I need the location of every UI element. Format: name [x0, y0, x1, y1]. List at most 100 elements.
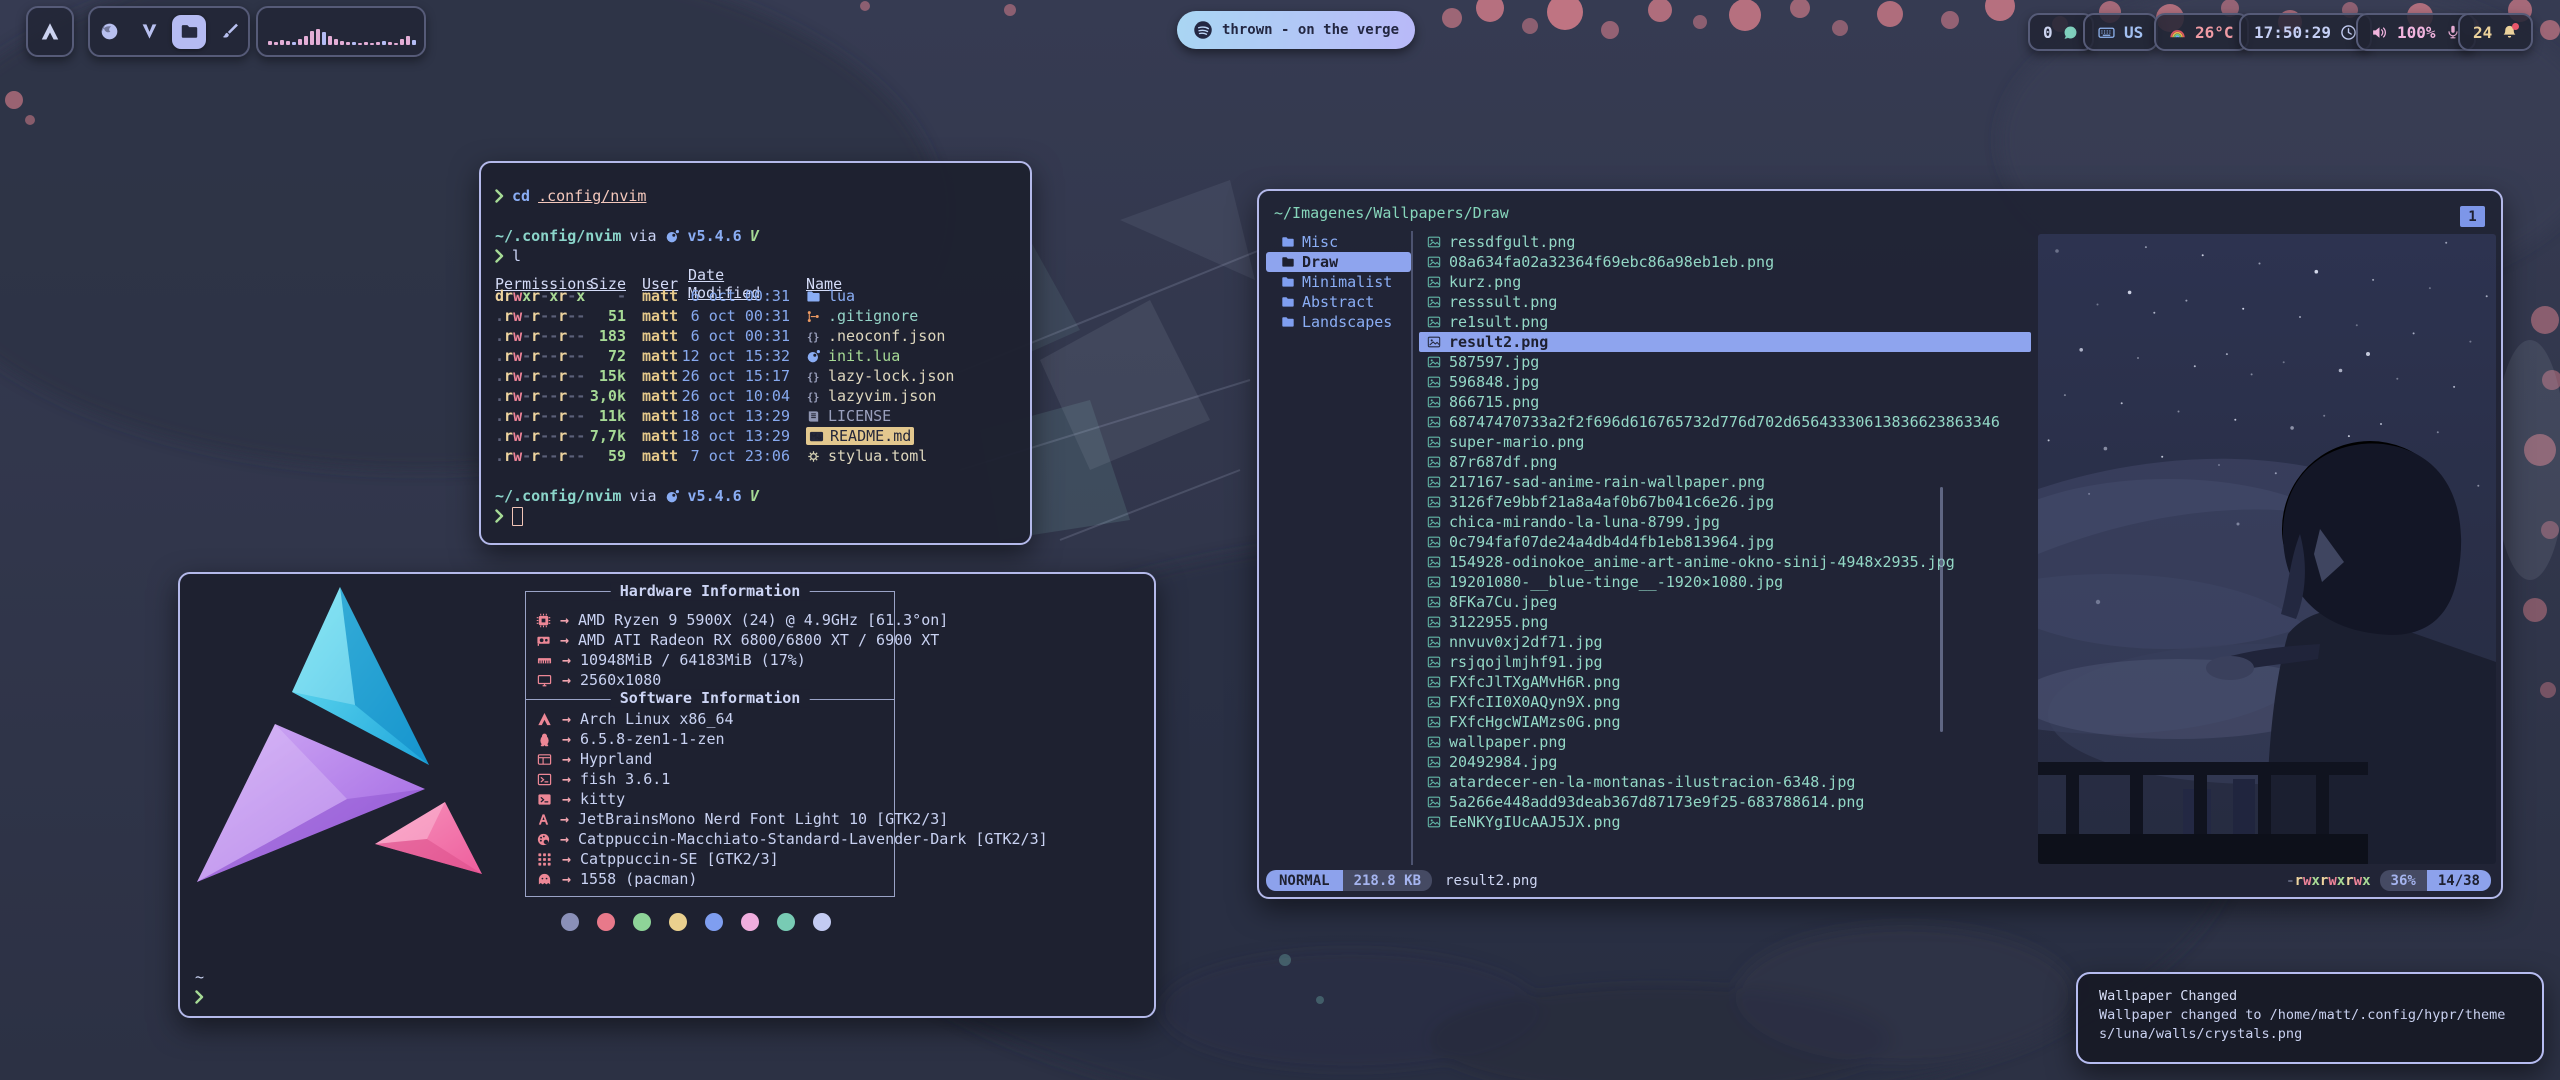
file-manager-folder-icon[interactable] — [172, 15, 206, 49]
file-owner: matt — [626, 407, 678, 425]
visualizer-bar — [286, 41, 290, 45]
visualizer-bar — [292, 42, 296, 45]
file-name: 19201080-__blue-tinge__-1920×1080.jpg — [1449, 573, 1783, 591]
terminal-window[interactable]: cd.config/nvim ~/.config/nvimviav5.4.6V … — [479, 161, 1032, 545]
visualizer-bar — [400, 39, 404, 45]
firefox-icon[interactable] — [92, 15, 126, 49]
file-row[interactable]: 87r687df.png — [1419, 452, 2031, 472]
file-row[interactable]: result2.png — [1419, 332, 2031, 352]
notification-toast[interactable]: Wallpaper Changed Wallpaper changed to /… — [2076, 972, 2544, 1064]
sidebar-folder-misc[interactable]: Misc — [1266, 232, 1411, 252]
file-row[interactable]: 596848.jpg — [1419, 372, 2031, 392]
clock-icon — [2340, 24, 2357, 41]
file-row[interactable]: atardecer-en-la-montanas-ilustracion-634… — [1419, 772, 2031, 792]
status-bar: NORMAL 218.8 KB result2.png -rwxrwxrwx 3… — [1266, 870, 2491, 891]
cpu-icon — [536, 613, 551, 628]
palette-swatch — [777, 913, 795, 931]
file-permissions: -rwxrwxrwx — [2286, 873, 2370, 889]
prompt-via: via — [629, 487, 656, 505]
visualizer-bar — [322, 32, 326, 45]
file-row[interactable]: EeNKYgIUcAAJ5JX.png — [1419, 812, 2031, 832]
shell-icon — [536, 772, 553, 787]
software-section-title: Software Information — [611, 689, 810, 707]
file-manager-window[interactable]: ~/Imagenes/Wallpapers/Draw 1 MiscDrawMin… — [1257, 189, 2503, 899]
file-row[interactable]: super-mario.png — [1419, 432, 2031, 452]
image-file-icon — [1427, 235, 1441, 249]
gpu-icon — [536, 633, 551, 648]
sidebar-folder-minimalist[interactable]: Minimalist — [1266, 272, 1411, 292]
visualizer-bar — [280, 40, 284, 45]
file-name: rsjqojlmjhf91.jpg — [1449, 653, 1603, 671]
json-icon: {} — [806, 329, 821, 344]
sidebar-folder-landscapes[interactable]: Landscapes — [1266, 312, 1411, 332]
file-row[interactable]: 08a634fa02a32364f69ebc86a98eb1eb.png — [1419, 252, 2031, 272]
command-arg: .config/nvim — [538, 187, 646, 205]
file-row[interactable]: wallpaper.png — [1419, 732, 2031, 752]
json-icon: {} — [806, 369, 821, 384]
prompt-symbol — [195, 987, 204, 1007]
file-row[interactable]: re1sult.png — [1419, 312, 2031, 332]
file-name: LICENSE — [828, 407, 891, 425]
file-owner: matt — [626, 347, 678, 365]
visualizer-bar — [340, 41, 344, 45]
hardware-info-row: →2560x1080 — [536, 670, 890, 690]
image-file-icon — [1427, 515, 1441, 529]
file-row[interactable]: resssult.png — [1419, 292, 2031, 312]
text-cursor — [512, 507, 523, 526]
file-permissions: .rw-r--r-- — [495, 427, 589, 445]
visualizer-bar — [304, 36, 308, 45]
now-playing-widget[interactable]: thrown - on the verge — [1177, 11, 1415, 49]
tab-badge[interactable]: 1 — [2460, 206, 2485, 227]
file-row[interactable]: 20492984.jpg — [1419, 752, 2031, 772]
file-date: 18 oct 13:29 — [678, 427, 804, 445]
sidebar-folder-abstract[interactable]: Abstract — [1266, 292, 1411, 312]
visualizer-bar — [370, 43, 374, 45]
arrow-icon: → — [562, 750, 571, 768]
file-row[interactable]: kurz.png — [1419, 272, 2031, 292]
file-row[interactable]: 587597.jpg — [1419, 352, 2031, 372]
software-info-row: →fish 3.6.1 — [536, 769, 890, 789]
license-icon — [806, 409, 821, 424]
palette-swatch — [597, 913, 615, 931]
scrollbar-thumb[interactable] — [1940, 487, 1943, 732]
image-file-icon — [1427, 555, 1441, 569]
image-file-icon — [1427, 815, 1441, 829]
visualizer-bar — [346, 42, 350, 45]
module-text: 0 — [2043, 23, 2053, 42]
paintbrush-icon[interactable] — [212, 15, 246, 49]
image-preview-pane — [2038, 234, 2496, 864]
launcher-button[interactable] — [26, 6, 74, 57]
info-text: AMD ATI Radeon RX 6800/6800 XT / 6900 XT — [578, 631, 939, 649]
visualizer-bar — [388, 42, 392, 45]
file-row[interactable]: 5a266e448add93deab367d87173e9f25-6837886… — [1419, 792, 2031, 812]
ls-file-row: .rw-r--r--183matt 6 oct 00:31{}.neoconf.… — [495, 326, 1020, 346]
info-text: 10948MiB / 64183MiB (17%) — [580, 651, 806, 669]
file-date: 6 oct 00:31 — [678, 327, 804, 345]
arrow-icon: → — [560, 611, 569, 629]
file-name: nnvuv0xj2df71.jpg — [1449, 633, 1603, 651]
software-info-row: →Arch Linux x86_64 — [536, 709, 890, 729]
wm-icon — [536, 752, 553, 767]
file-row[interactable]: 866715.png — [1419, 392, 2031, 412]
bar-module-keyboard-layout[interactable]: US — [2083, 13, 2158, 51]
image-file-icon — [1427, 315, 1441, 329]
v-app-icon[interactable] — [132, 15, 166, 49]
sidebar-folder-draw[interactable]: Draw — [1266, 252, 1411, 272]
file-name: init.lua — [828, 347, 900, 365]
fetch-terminal-window[interactable]: Hardware Information →AMD Ryzen 9 5900X … — [178, 572, 1156, 1018]
image-file-icon — [1427, 575, 1441, 589]
file-row[interactable]: ressdfgult.png — [1419, 232, 2031, 252]
file-name: ressdfgult.png — [1449, 233, 1575, 251]
mode-indicator: NORMAL — [1266, 870, 1343, 891]
svg-text:{}: {} — [807, 331, 819, 343]
info-text: kitty — [580, 790, 625, 808]
folder-icon — [806, 289, 821, 304]
software-info-row: →Catppuccin-Macchiato-Standard-Lavender-… — [536, 829, 890, 849]
info-text: Catppuccin-Macchiato-Standard-Lavender-D… — [578, 830, 1048, 848]
vim-badge: V — [750, 227, 759, 245]
bar-module-clock[interactable]: 17:50:29 — [2239, 13, 2372, 51]
file-row[interactable]: 68747470733a2f2f696d616765732d776d702d65… — [1419, 412, 2031, 432]
bar-module-weather[interactable]: 26°C — [2154, 13, 2249, 51]
info-text: JetBrainsMono Nerd Font Light 10 [GTK2/3… — [578, 810, 948, 828]
bar-module-notifications[interactable]: 24 — [2458, 13, 2533, 51]
